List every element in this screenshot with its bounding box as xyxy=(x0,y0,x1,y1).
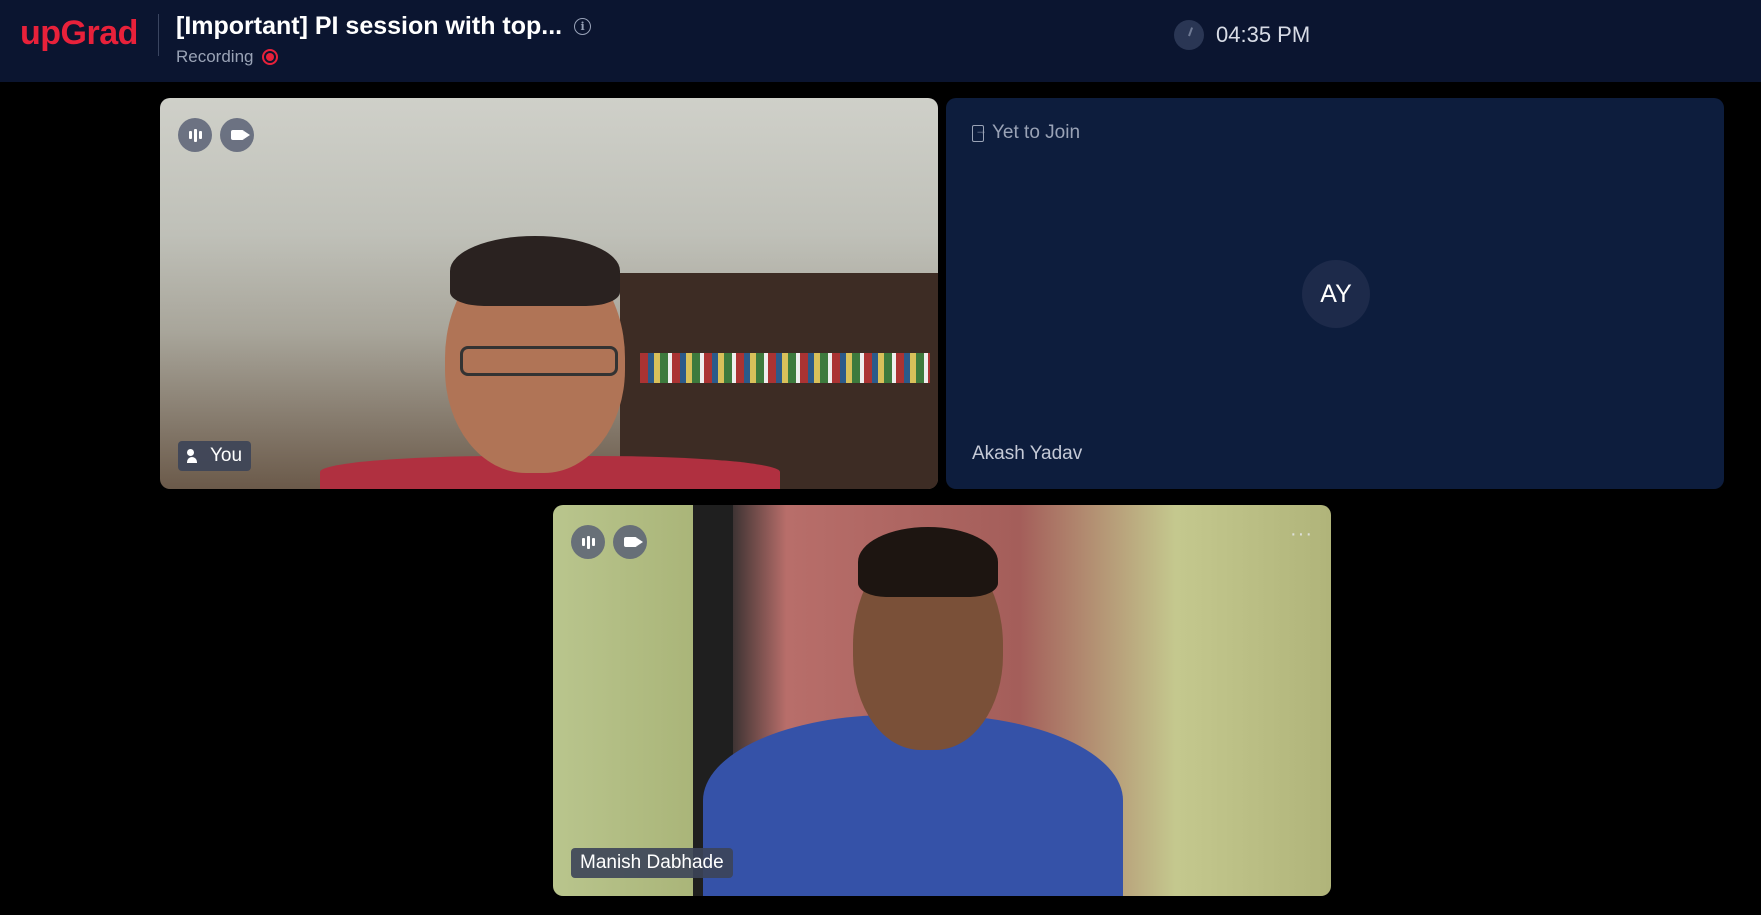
recording-label: Recording xyxy=(176,47,254,66)
participant-hair xyxy=(858,527,998,597)
participant-hair xyxy=(450,236,620,306)
more-options-icon[interactable]: ··· xyxy=(1290,523,1313,546)
join-door-icon xyxy=(972,123,987,142)
session-info: [Important] PI session with top... i Rec… xyxy=(176,12,592,67)
video-tile-you[interactable]: You xyxy=(160,98,938,489)
participant-name: Akash Yadav xyxy=(972,443,1083,464)
audio-bars-icon[interactable] xyxy=(178,118,212,152)
audio-bars-icon[interactable] xyxy=(571,525,605,559)
participant-name: You xyxy=(210,445,243,466)
tile-controls xyxy=(571,525,647,559)
participant-glasses xyxy=(460,346,618,376)
upgrad-logo: upGrad xyxy=(20,14,138,52)
participant-name-badge: You xyxy=(178,441,252,471)
speaker-user-icon xyxy=(187,449,203,463)
clock-time: 04:35 PM xyxy=(1216,22,1311,47)
background-books xyxy=(640,353,930,383)
info-icon[interactable]: i xyxy=(574,18,592,35)
video-tile-akash-yadav[interactable]: Yet to Join AY Akash Yadav xyxy=(946,98,1724,489)
avatar: AY xyxy=(1302,260,1370,328)
yet-to-join-status: Yet to Join xyxy=(972,122,1080,144)
participant-name-badge: Manish Dabhade xyxy=(571,848,733,878)
header-divider xyxy=(158,14,159,56)
video-tile-manish-dabhade[interactable]: ··· Manish Dabhade xyxy=(553,505,1331,896)
recording-status: Recording xyxy=(176,47,591,67)
session-clock: 04:35 PM xyxy=(1174,20,1310,50)
clock-icon xyxy=(1174,20,1204,50)
participant-name: Manish Dabhade xyxy=(580,852,724,873)
tile-controls xyxy=(178,118,254,152)
recording-indicator-icon xyxy=(261,49,278,65)
top-bar: upGrad [Important] PI session with top..… xyxy=(0,0,1761,82)
yet-to-join-label: Yet to Join xyxy=(992,122,1081,143)
video-camera-icon[interactable] xyxy=(613,525,647,559)
video-camera-icon[interactable] xyxy=(220,118,254,152)
session-title: [Important] PI session with top... xyxy=(176,12,563,40)
